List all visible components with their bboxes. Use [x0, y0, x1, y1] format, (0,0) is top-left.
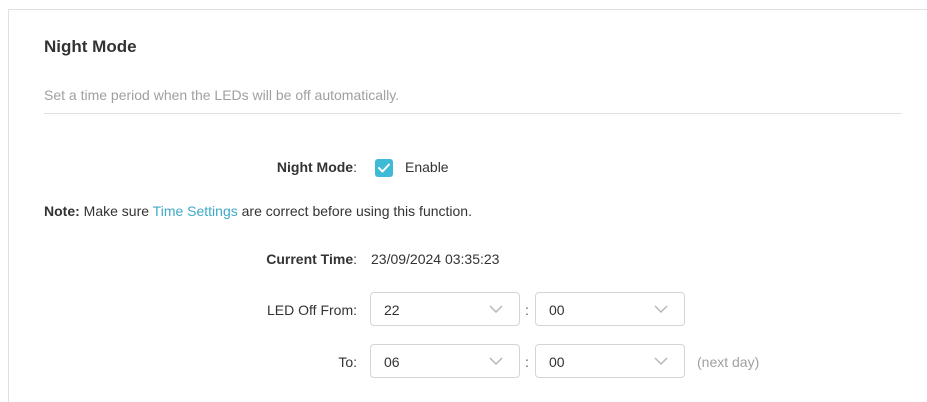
- time-settings-link[interactable]: Time Settings: [153, 203, 238, 219]
- current-time-label: Current Time:: [266, 251, 357, 267]
- night-mode-label-colon: :: [353, 159, 357, 175]
- led-off-to-minute-select[interactable]: 00: [535, 344, 685, 378]
- led-off-from-hour-select[interactable]: 22: [370, 292, 520, 326]
- led-off-to-label: To:: [338, 354, 357, 370]
- night-mode-label: Night Mode:: [277, 159, 357, 175]
- current-time-label-colon: :: [353, 251, 357, 267]
- next-day-note: (next day): [697, 354, 760, 370]
- section-title: Night Mode: [44, 37, 137, 56]
- enable-label[interactable]: Enable: [405, 159, 449, 175]
- chevron-down-icon: [489, 305, 503, 313]
- chevron-down-icon: [654, 305, 668, 313]
- note-before: Make sure: [79, 203, 153, 219]
- check-icon: [378, 163, 390, 173]
- current-time-label-text: Current Time: [266, 251, 354, 267]
- current-time-value: 23/09/2024 03:35:23: [371, 251, 500, 267]
- night-mode-label-text: Night Mode: [276, 159, 354, 175]
- chevron-down-icon: [654, 357, 668, 365]
- led-off-from-label: LED Off From:: [267, 302, 357, 318]
- led-off-from-hour-value: 22: [384, 302, 400, 318]
- led-off-from-minute-select[interactable]: 00: [535, 292, 685, 326]
- time-separator: :: [525, 354, 529, 370]
- led-off-from-minute-value: 00: [549, 302, 565, 318]
- note-text: Note: Make sure Time Settings are correc…: [44, 203, 472, 219]
- note-prefix: Note:: [44, 203, 80, 219]
- led-off-to-minute-value: 00: [549, 354, 565, 370]
- time-separator: :: [525, 302, 529, 318]
- section-description: Set a time period when the LEDs will be …: [44, 87, 400, 103]
- led-off-to-hour-value: 06: [384, 354, 400, 370]
- note-after: are correct before using this function.: [237, 203, 472, 219]
- night-mode-enable-checkbox[interactable]: [375, 159, 393, 177]
- chevron-down-icon: [489, 357, 503, 365]
- led-off-to-hour-select[interactable]: 06: [370, 344, 520, 378]
- divider: [44, 113, 902, 114]
